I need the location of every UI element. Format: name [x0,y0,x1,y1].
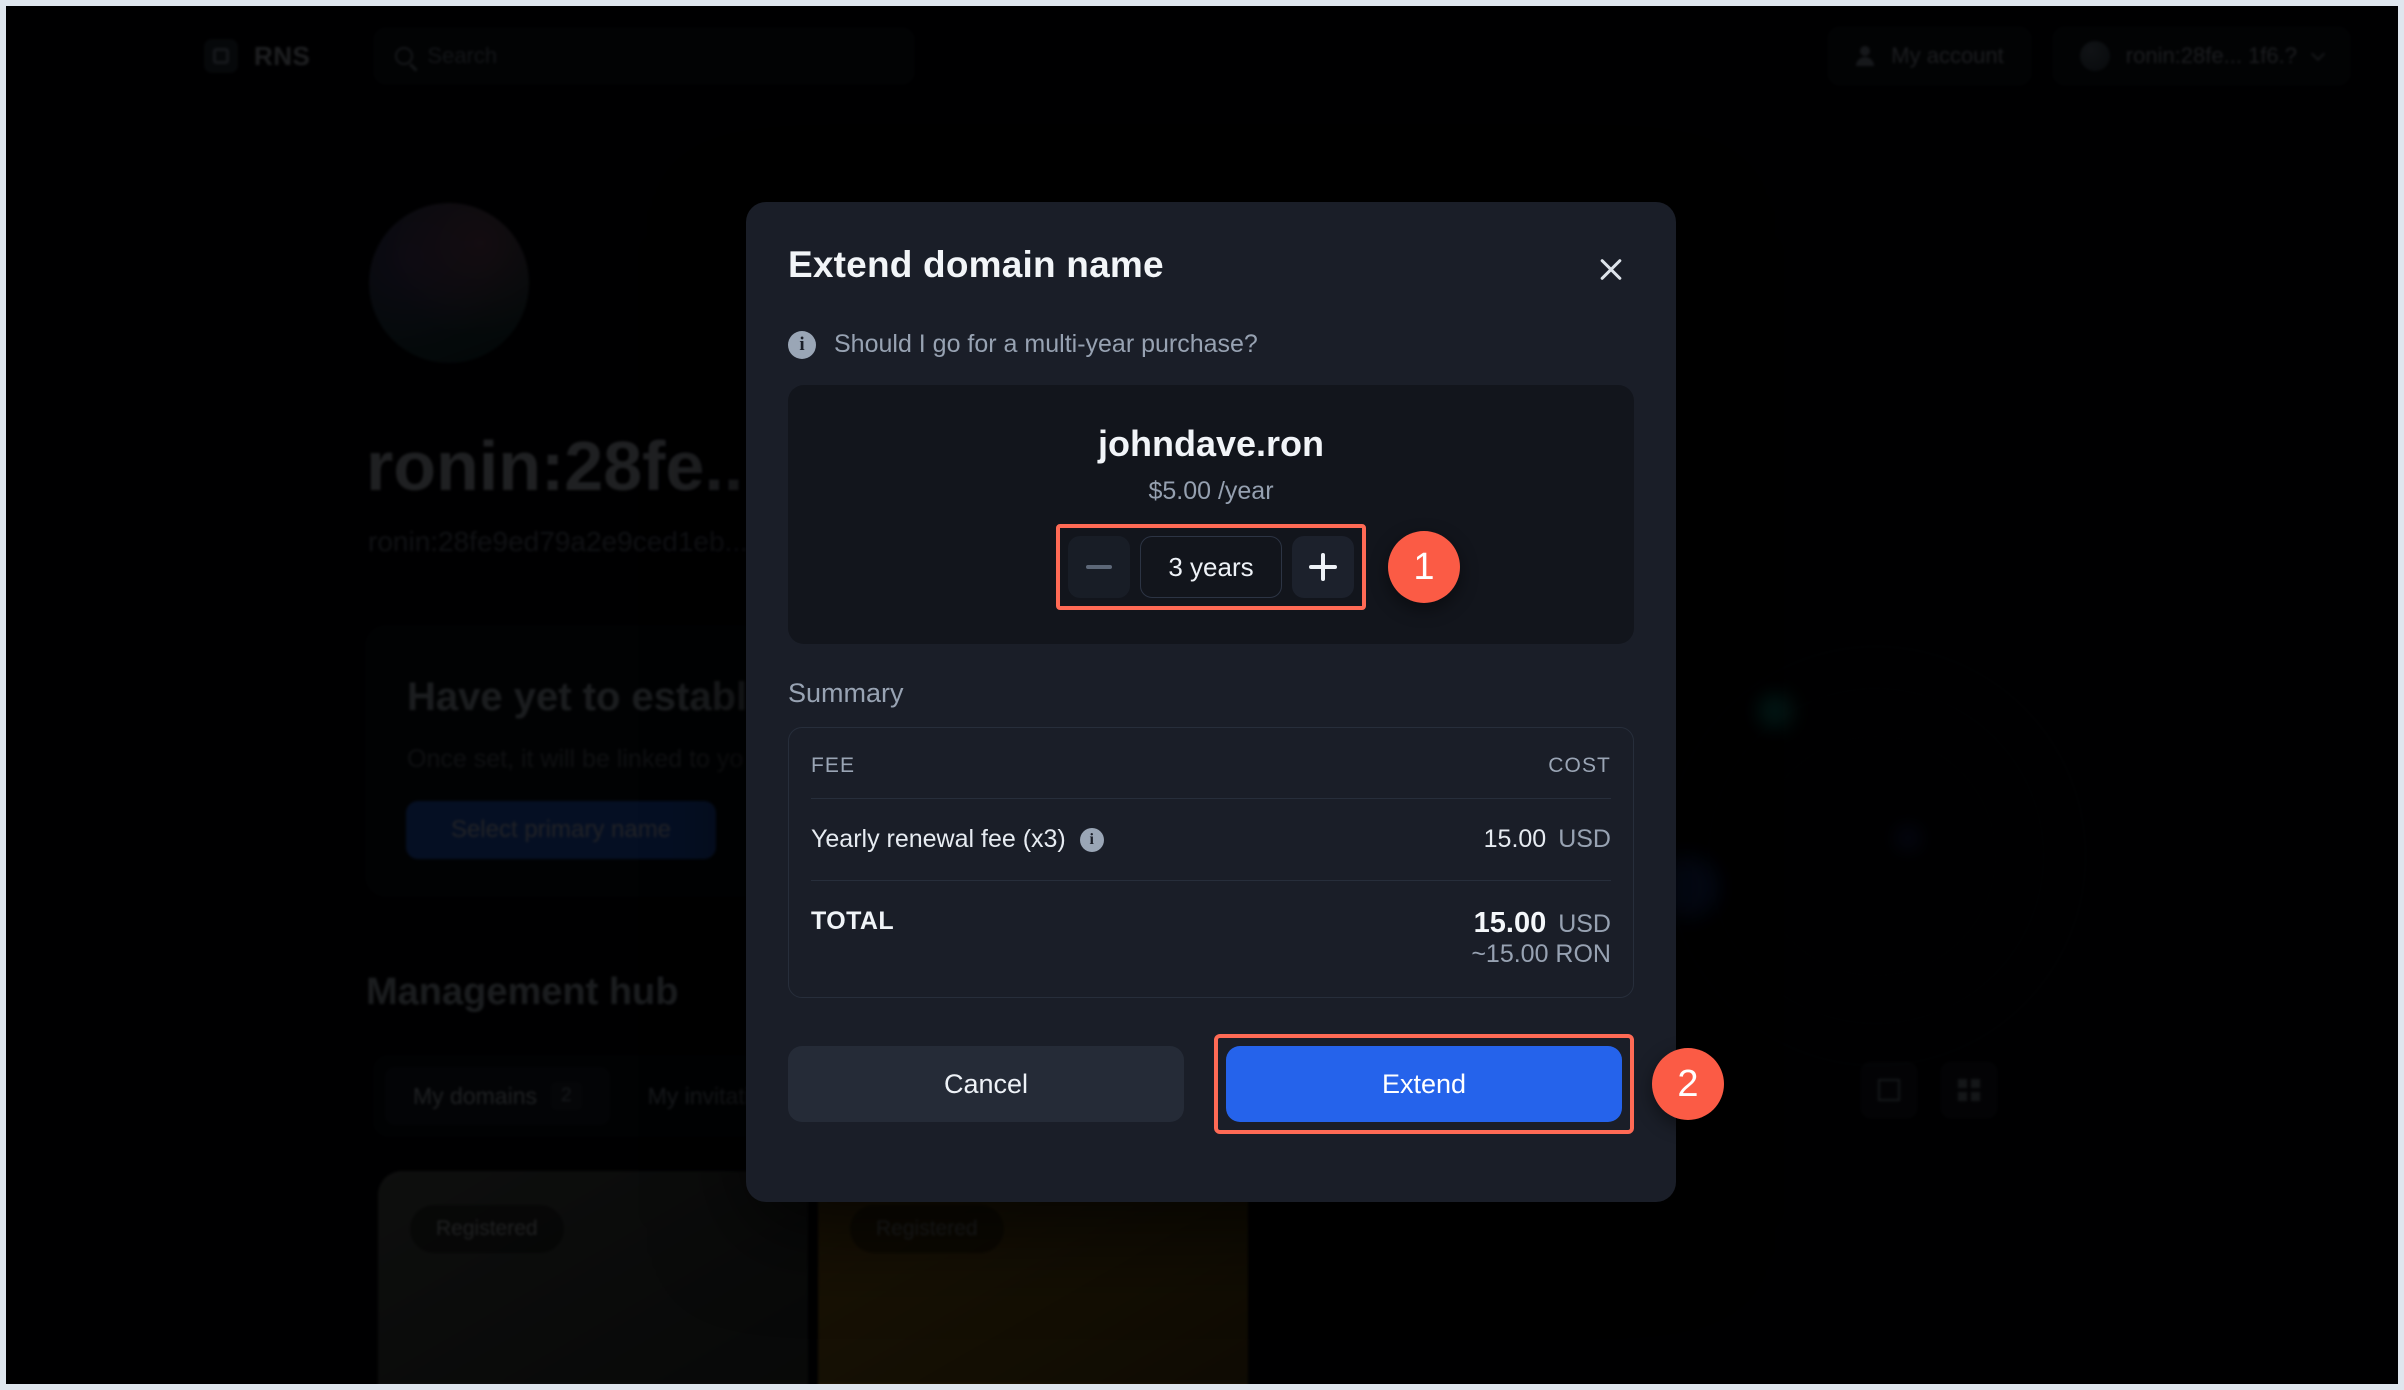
search-placeholder: Search [427,43,498,68]
my-account-label: My account [1891,43,2004,68]
minus-icon [1086,565,1112,569]
extend-button-highlight: Extend 2 [1214,1034,1724,1134]
decrement-years-button[interactable] [1068,536,1130,598]
top-navigation-bar: RNS Search My account ronin:28fe... 1f6.… [6,6,2398,106]
logo-text: RNS [254,40,311,71]
domain-card[interactable]: Registered hello.ron [818,1171,1248,1384]
tab-my-domains-label: My domains [413,1082,537,1109]
summary-total-row: TOTAL 15.00 USD ~15.00 RON [811,881,1611,997]
app-logo[interactable]: RNS [204,39,310,73]
info-icon[interactable]: i [1079,827,1104,852]
fee-row-amount: 15.00 USD [1484,825,1611,854]
multi-year-hint-link[interactable]: i Should I go for a multi-year purchase? [788,330,1634,359]
fee-row-currency: USD [1558,825,1611,853]
multi-year-hint-text: Should I go for a multi-year purchase? [834,330,1258,358]
topbar-right-group: My account ronin:28fe... 1f6.? [1828,27,2350,85]
total-currency: USD [1558,910,1611,938]
primary-name-text: Once set, it will be linked to yo [407,745,744,773]
column-header-cost: COST [1548,754,1611,777]
grid-view-icon[interactable] [1941,1062,1997,1118]
dialog-header: Extend domain name [788,244,1634,292]
total-amount-primary: 15.00 USD [1471,907,1611,940]
page-subtitle: ronin:28fe9ed79a2e9ced1eb... [368,526,748,557]
close-icon[interactable] [1588,246,1634,292]
fee-row-value: 15.00 [1483,825,1547,853]
wallet-avatar [2079,41,2110,71]
dialog-title: Extend domain name [788,244,1164,285]
view-toggle-group [1861,1062,1997,1118]
logo-mark-icon [204,39,238,73]
screenshot-frame: RNS Search My account ronin:28fe... 1f6.… [0,0,2404,1390]
chevron-down-icon [2310,46,2326,62]
dialog-actions: Cancel Extend 2 [788,1034,1724,1134]
table-row: Yearly renewal fee (x3) i 15.00 USD [811,799,1611,881]
total-alt-amount: ~15.00 RON [1471,940,1611,968]
total-amount-group: 15.00 USD ~15.00 RON [1471,907,1611,969]
management-hub-heading: Management hub [366,971,679,1013]
annotation-badge-2: 2 [1652,1048,1724,1120]
fee-row-label: Yearly renewal fee (x3) [811,825,1066,853]
info-icon: i [788,330,816,359]
increment-years-button[interactable] [1292,536,1354,598]
fee-row-label-group: Yearly renewal fee (x3) i [811,825,1104,854]
plus-icon [1309,553,1337,581]
domain-price: $5.00 /year [1148,477,1274,505]
summary-heading: Summary [788,678,904,708]
annotation-badge-1: 1 [1388,531,1460,603]
tab-my-domains-count: 2 [550,1082,582,1110]
tab-my-domains[interactable]: My domains 2 [385,1067,610,1125]
wallet-address-label: ronin:28fe... 1f6.? [2125,43,2297,68]
my-account-button[interactable]: My account [1828,27,2031,85]
total-label: TOTAL [811,907,895,935]
domain-summary-card: johndave.ron $5.00 /year 3 years 1 [788,385,1634,644]
domain-name: johndave.ron [1097,423,1325,464]
extend-button[interactable]: Extend [1226,1046,1622,1122]
list-view-icon[interactable] [1861,1062,1917,1118]
domain-card-status-badge: Registered [410,1205,564,1253]
column-header-fee: FEE [811,754,856,777]
profile-avatar [369,203,529,363]
years-input[interactable]: 3 years [1140,536,1282,598]
duration-stepper-highlight: 3 years 1 [1056,524,1460,610]
domain-card-status-badge: Registered [850,1205,1004,1253]
summary-table-header: FEE COST [811,728,1611,799]
total-value: 15.00 [1473,907,1547,939]
decorative-orbit-graphic [1656,646,2086,1066]
wallet-address-button[interactable]: ronin:28fe... 1f6.? [2052,27,2350,85]
domain-card[interactable]: Registered johndave.ron [378,1171,808,1384]
search-icon [395,47,414,65]
cancel-button[interactable]: Cancel [788,1046,1184,1122]
select-primary-name-button[interactable]: Select primary name [406,801,716,859]
search-input[interactable]: Search [374,28,915,84]
summary-table: FEE COST Yearly renewal fee (x3) i 15.00… [788,727,1634,998]
extend-domain-dialog: Extend domain name i Should I go for a m… [746,202,1724,1202]
person-icon [1855,46,1875,66]
